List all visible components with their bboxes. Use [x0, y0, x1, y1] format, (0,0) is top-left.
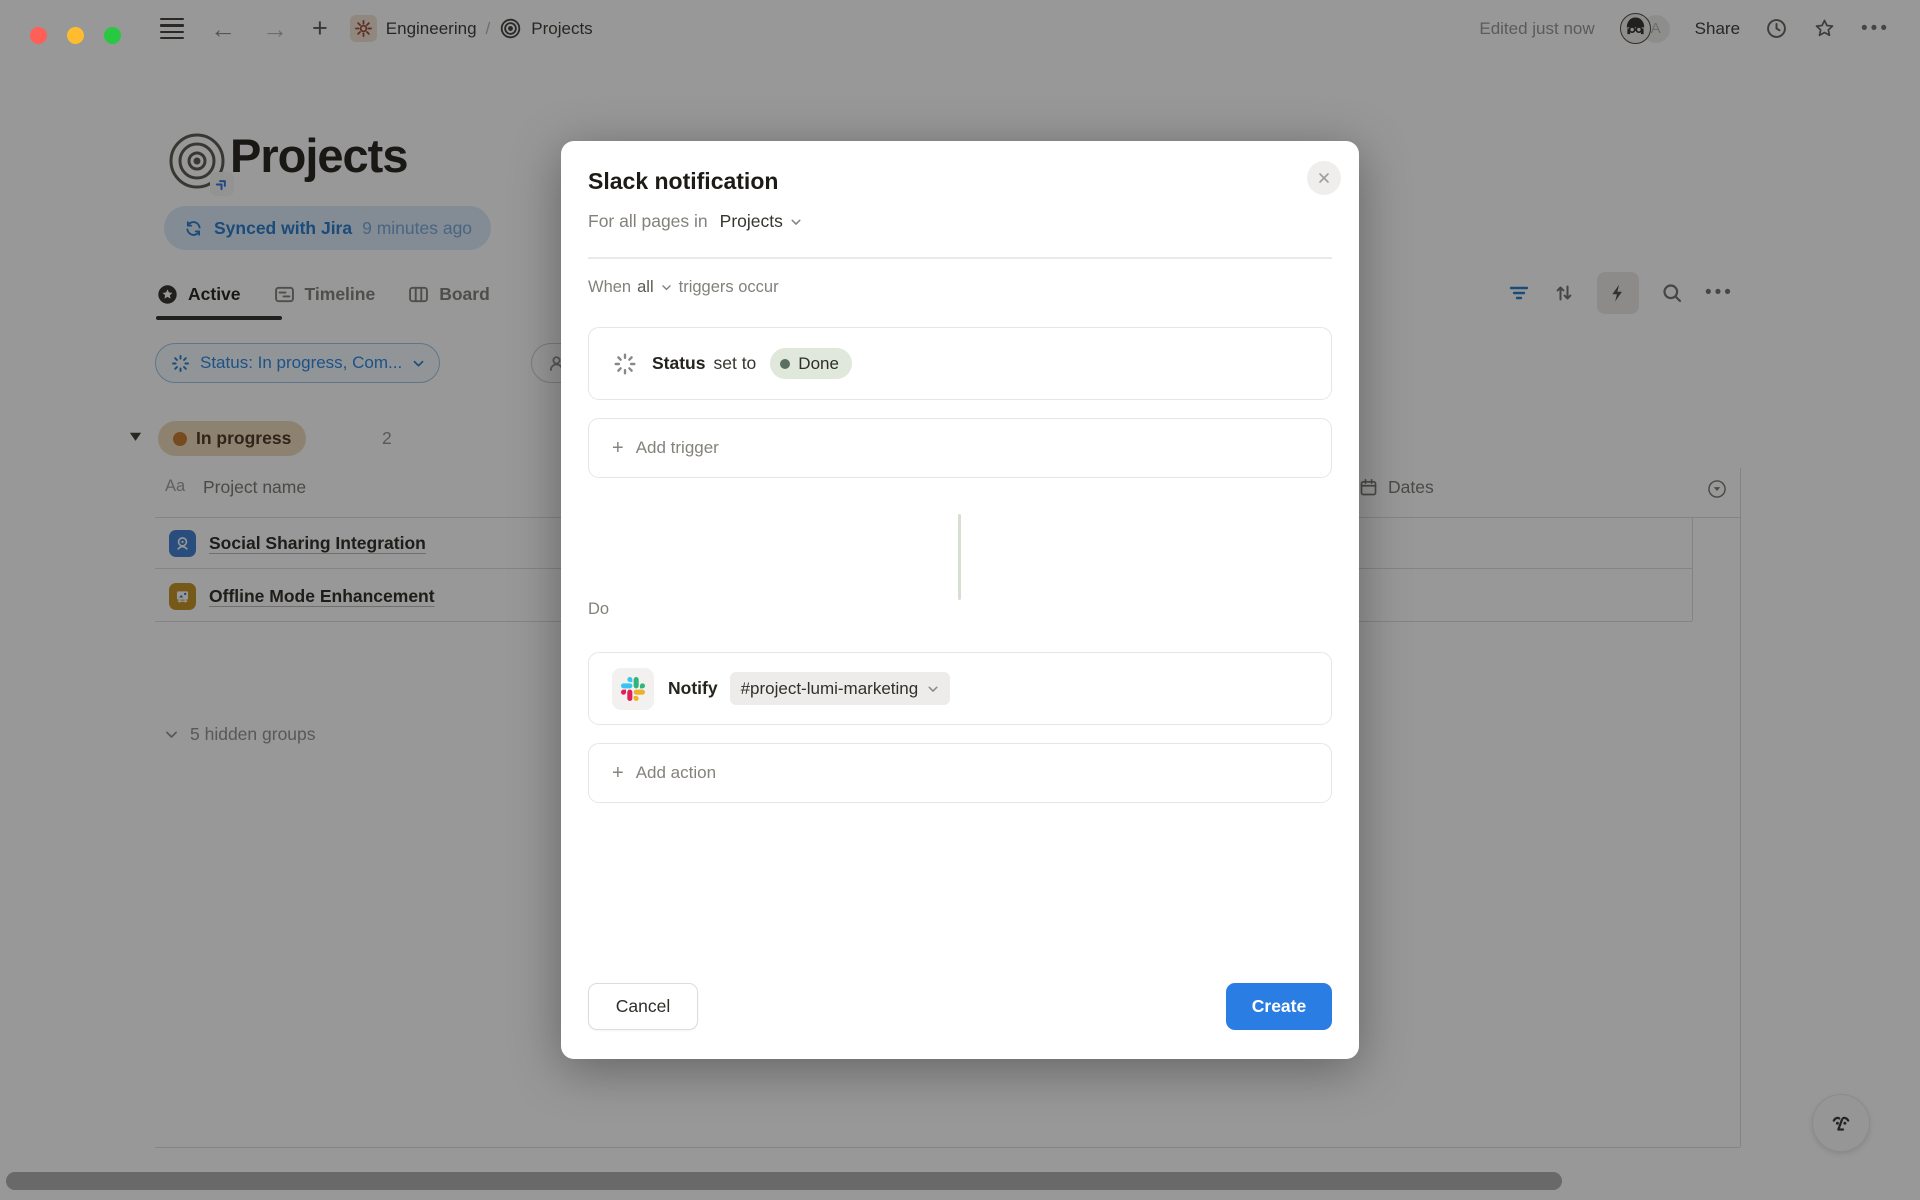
window-controls — [30, 27, 121, 44]
when-prefix: When — [588, 278, 631, 297]
done-label: Done — [798, 354, 839, 374]
scope-prefix: For all pages in — [588, 211, 708, 232]
close-window-button[interactable] — [30, 27, 47, 44]
trigger-verb: set to — [713, 353, 756, 374]
scope-page-selector[interactable]: Projects — [720, 211, 783, 232]
chevron-down-icon — [789, 215, 803, 229]
modal-title: Slack notification — [588, 168, 778, 195]
channel-label: #project-lumi-marketing — [741, 679, 919, 699]
trigger-field: Status — [652, 353, 705, 374]
plus-icon: + — [612, 437, 624, 460]
status-spinner-icon — [612, 351, 638, 377]
add-trigger-button[interactable]: + Add trigger — [588, 418, 1332, 478]
flow-connector-line — [958, 514, 961, 600]
trigger-card[interactable]: Status set to Done — [588, 327, 1332, 400]
when-mode-selector[interactable]: all — [637, 278, 654, 297]
modal-scope-row[interactable]: For all pages in Projects — [588, 211, 803, 232]
trigger-value-chip[interactable]: Done — [770, 348, 852, 379]
chevron-down-icon — [926, 682, 940, 696]
done-status-dot — [780, 359, 790, 369]
do-section-label: Do — [588, 600, 609, 619]
notion-window: ← → + Engineering / Projects Edited just… — [0, 0, 1920, 1200]
action-card[interactable]: Notify #project-lumi-marketing — [588, 652, 1332, 725]
plus-icon: + — [612, 762, 624, 785]
slack-icon — [612, 668, 654, 710]
zoom-window-button[interactable] — [104, 27, 121, 44]
close-icon — [1316, 170, 1332, 186]
channel-selector[interactable]: #project-lumi-marketing — [730, 672, 951, 705]
cancel-button[interactable]: Cancel — [588, 983, 698, 1030]
slack-notification-modal: Slack notification For all pages in Proj… — [561, 141, 1359, 1059]
create-button[interactable]: Create — [1226, 983, 1332, 1030]
add-action-button[interactable]: + Add action — [588, 743, 1332, 803]
when-suffix: triggers occur — [679, 278, 779, 297]
minimize-window-button[interactable] — [67, 27, 84, 44]
chevron-down-icon — [660, 281, 673, 294]
action-verb: Notify — [668, 678, 718, 699]
close-modal-button[interactable] — [1307, 161, 1341, 195]
add-trigger-label: Add trigger — [636, 438, 719, 458]
when-triggers-row: When all triggers occur — [588, 278, 779, 297]
modal-divider — [588, 257, 1332, 259]
add-action-label: Add action — [636, 763, 716, 783]
